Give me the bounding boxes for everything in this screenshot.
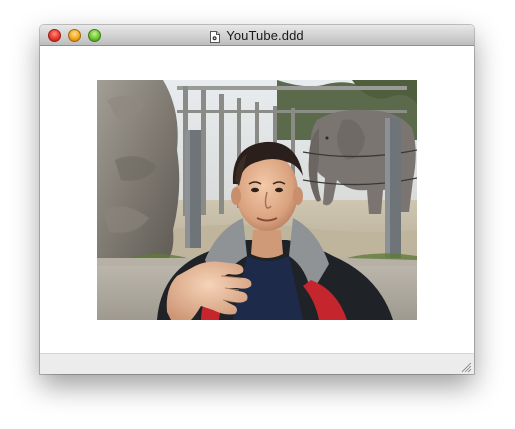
status-bar xyxy=(40,353,474,374)
title-bar[interactable]: YouTube.ddd xyxy=(40,25,474,46)
document-window[interactable]: YouTube.ddd xyxy=(40,25,474,374)
desktop: YouTube.ddd xyxy=(0,0,515,429)
video-frame xyxy=(97,80,417,320)
resize-grip-icon[interactable] xyxy=(460,360,473,374)
video-player[interactable] xyxy=(97,80,417,320)
document-icon xyxy=(210,30,221,43)
window-title-group: YouTube.ddd xyxy=(40,25,474,46)
content-area xyxy=(40,46,474,353)
window-title: YouTube.ddd xyxy=(226,28,304,43)
